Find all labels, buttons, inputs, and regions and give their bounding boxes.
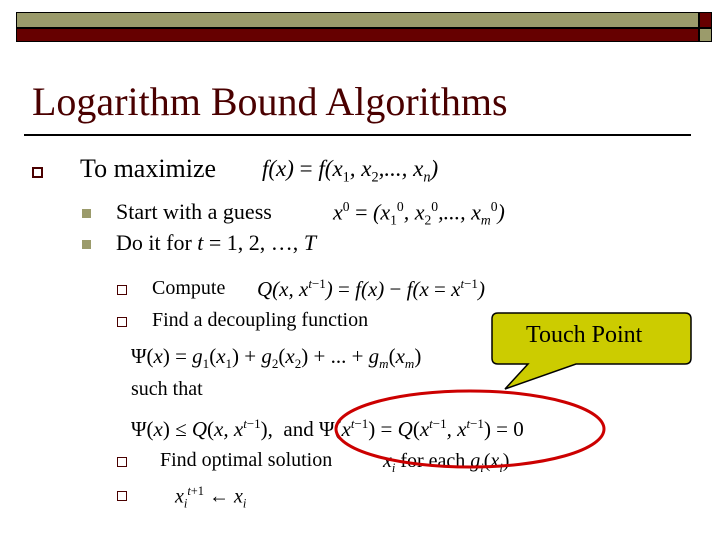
- callout-label: Touch Point: [526, 322, 643, 348]
- annotation-layer: [334, 312, 692, 469]
- touch-point-ellipse: [334, 389, 606, 469]
